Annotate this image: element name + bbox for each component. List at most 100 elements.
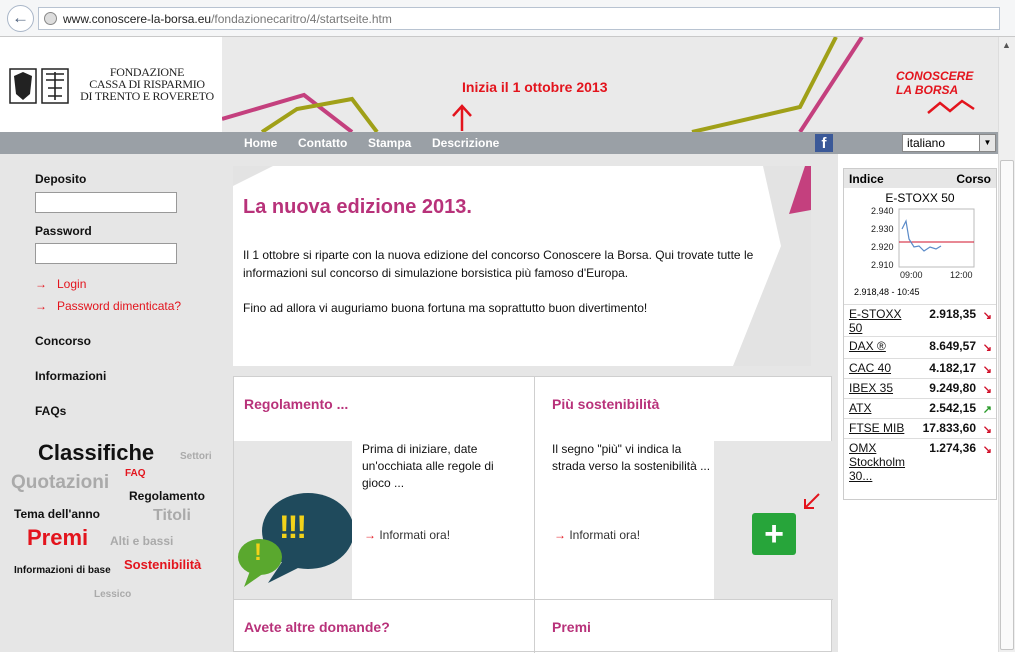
sustainability-title[interactable]: Più sostenibilità [552, 396, 659, 412]
chart-series-line [901, 219, 942, 252]
nav-press[interactable]: Stampa [368, 136, 411, 150]
sidebar: Deposito Password → Login → Password dimen… [0, 154, 223, 652]
deposit-input[interactable] [35, 192, 177, 213]
password-label: Password [35, 224, 92, 238]
index-row[interactable]: CAC 40 4.182,17 ↘ [844, 358, 996, 378]
intro-paragraph: Il 1 ottobre si riparte con la nuova edi… [243, 248, 754, 280]
column-price: Corso [956, 172, 991, 186]
back-arrow-icon[interactable]: ← [7, 5, 34, 32]
chart-y-tick: 2.920 [871, 242, 894, 252]
tag-prizes[interactable]: Premi [27, 525, 88, 551]
tag-faq[interactable]: FAQ [125, 468, 146, 479]
nav-contact[interactable]: Contatto [298, 136, 347, 150]
nav-description[interactable]: Descrizione [432, 136, 499, 150]
deposit-label: Deposito [35, 172, 87, 186]
tag-sustainability[interactable]: Sostenibilità [124, 557, 201, 572]
index-value: 2.542,15 [929, 401, 976, 415]
index-name-link[interactable]: ATX [849, 401, 911, 415]
chart-y-tick: 2.930 [871, 224, 894, 234]
arrow-right-icon: → [554, 528, 566, 542]
rules-text: Prima di iniziare, date un'occhiata alle… [362, 442, 494, 490]
table-header: Indice Corso [844, 169, 996, 188]
globe-icon [44, 12, 57, 25]
brand-logo: CONOSCERE LA BORSA [896, 69, 974, 97]
forgot-password-link[interactable]: → Password dimenticata? [35, 299, 181, 313]
index-value: 8.649,57 [929, 339, 976, 353]
trend-down-icon: ↘ [982, 444, 992, 456]
index-name-link[interactable]: DAX ® [849, 339, 911, 353]
index-row[interactable]: IBEX 35 9.249,80 ↘ [844, 378, 996, 398]
trend-down-icon: ↘ [982, 424, 992, 436]
index-row[interactable]: ATX 2.542,15 ↗ [844, 398, 996, 418]
index-name-link[interactable]: CAC 40 [849, 361, 911, 375]
login-link[interactable]: → Login [35, 277, 86, 291]
prizes-title[interactable]: Premi [552, 619, 591, 635]
chart-x-tick: 09:00 [900, 270, 923, 280]
exclamations-text: !!! [279, 509, 307, 545]
scroll-thumb[interactable] [1000, 160, 1014, 650]
rules-illustration: !!! ! [234, 441, 354, 599]
index-name-link[interactable]: OMX Stockholm 30... [849, 441, 911, 483]
tag-basics[interactable]: Informazioni di base [14, 565, 111, 576]
tag-sectors[interactable]: Settori [180, 451, 212, 462]
index-name-link[interactable]: IBEX 35 [849, 381, 911, 395]
index-value: 1.274,36 [929, 441, 976, 455]
language-select[interactable]: italiano ▼ [902, 134, 996, 152]
foundation-crest-icon [9, 68, 69, 104]
password-input[interactable] [35, 243, 177, 264]
chevron-down-icon[interactable]: ▼ [979, 135, 995, 151]
info-grid: Regolamento ... !!! ! Prima di iniziare,… [233, 376, 833, 653]
banner-graphic [222, 37, 998, 132]
index-row[interactable]: E-STOXX 50 2.918,35 ↘ [844, 304, 996, 336]
arrow-right-icon: → [35, 299, 47, 313]
index-chart[interactable]: E-STOXX 50 2.940 2.930 2.920 2.910 09:00 12:0… [844, 189, 996, 301]
scroll-up-icon[interactable]: ▲ [998, 37, 1015, 54]
tag-rankings[interactable]: Classifiche [38, 440, 154, 466]
chart-frame [898, 208, 975, 268]
arrow-down-left-icon [804, 493, 820, 509]
trend-down-icon: ↘ [982, 342, 992, 354]
sustainability-text: Il segno "più" vi indica la strada verso… [552, 442, 711, 473]
tag-rules[interactable]: Regolamento [129, 489, 205, 503]
grid-divider [534, 377, 535, 653]
up-arrow-icon [452, 104, 472, 131]
index-row[interactable]: DAX ® 8.649,57 ↘ [844, 336, 996, 358]
tag-securities[interactable]: Titoli [153, 507, 191, 525]
column-index: Indice [849, 172, 884, 186]
menu-faqs[interactable]: FAQs [35, 404, 66, 418]
tag-highs-lows[interactable]: Alti e bassi [110, 534, 173, 548]
facebook-icon[interactable]: f [815, 134, 833, 152]
index-value: 2.918,35 [929, 307, 976, 321]
chart-y-tick: 2.940 [871, 206, 894, 216]
index-name-link[interactable]: FTSE MIB [849, 421, 911, 435]
main-content: La nuova edizione 2013. Il 1 ottobre si … [223, 154, 838, 653]
rules-more-link[interactable]: → Informati ora! [364, 528, 450, 542]
market-panel: Indice Corso E-STOXX 50 2.940 2.930 2.920 2… [838, 154, 998, 652]
nav-home[interactable]: Home [244, 136, 277, 150]
index-value: 4.182,17 [929, 361, 976, 375]
brand-zigzag-icon [927, 99, 975, 114]
index-row[interactable]: OMX Stockholm 30... 1.274,36 ↘ [844, 438, 996, 483]
tag-theme[interactable]: Tema dell'anno [14, 507, 100, 521]
questions-title[interactable]: Avete altre domande? [244, 619, 390, 635]
menu-information[interactable]: Informazioni [35, 369, 106, 383]
index-value: 17.833,60 [922, 421, 976, 435]
tag-quotes[interactable]: Quotazioni [11, 472, 109, 494]
trend-up-icon: ↗ [982, 404, 992, 416]
sustainability-more-link[interactable]: → Informati ora! [554, 528, 640, 542]
grid-divider [234, 599, 833, 600]
index-name-link[interactable]: E-STOXX 50 [849, 307, 911, 335]
main-navigation: Home Contatto Stampa Descrizione f itali… [0, 132, 998, 154]
rules-title[interactable]: Regolamento ... [244, 396, 348, 412]
wishes-paragraph: Fino ad allora vi auguriamo buona fortun… [243, 301, 648, 315]
browser-address-bar: ← www.conoscere-la-borsa.eu/fondazioneca… [0, 0, 1015, 37]
trend-down-icon: ↘ [982, 364, 992, 376]
plus-icon: + [752, 513, 796, 555]
chart-y-tick: 2.910 [871, 260, 894, 270]
url-field[interactable]: www.conoscere-la-borsa.eu/fondazionecari… [38, 7, 1000, 30]
sustainability-illustration: + [714, 441, 832, 599]
tag-glossary[interactable]: Lessico [94, 589, 131, 600]
menu-contest[interactable]: Concorso [35, 334, 91, 348]
banner-lines-graphic [222, 37, 864, 132]
index-row[interactable]: FTSE MIB 17.833,60 ↘ [844, 418, 996, 438]
